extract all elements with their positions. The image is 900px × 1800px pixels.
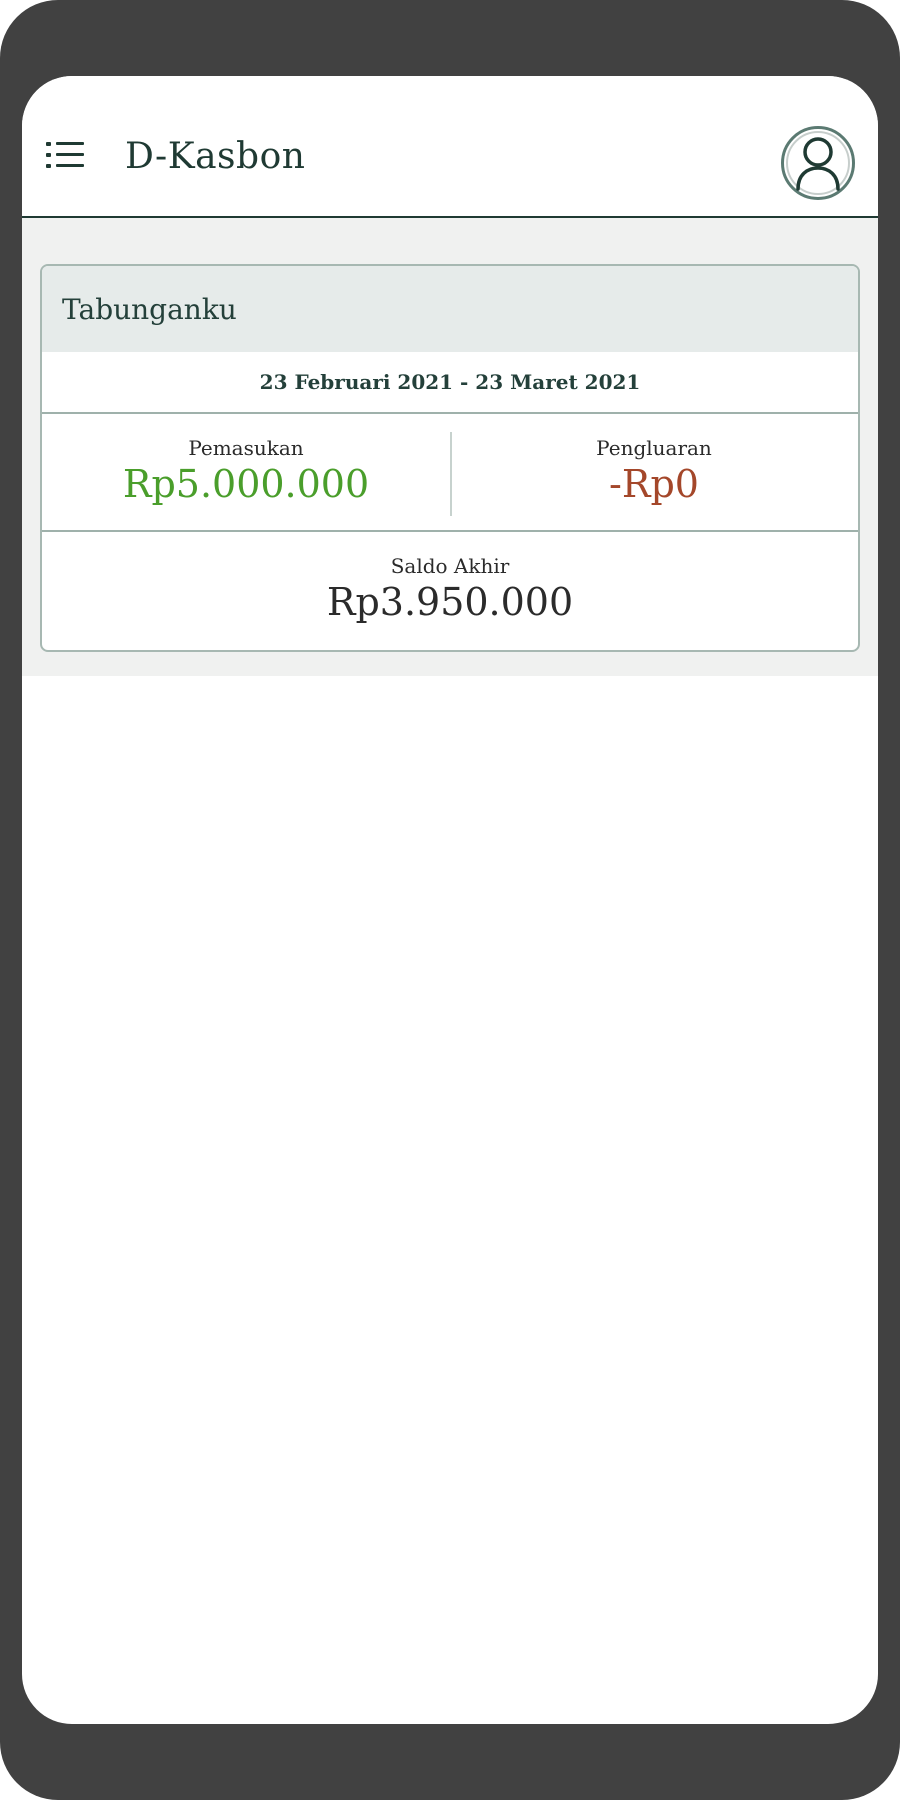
app-title: D-Kasbon xyxy=(125,136,306,177)
app-screen: D-Kasbon Tabunganku 23 Februari 2021 - 2… xyxy=(22,76,878,1724)
main-content: Tabunganku 23 Februari 2021 - 23 Maret 2… xyxy=(22,218,878,676)
period-range: 23 Februari 2021 - 23 Maret 2021 xyxy=(259,370,641,394)
savings-card: Tabunganku 23 Februari 2021 - 23 Maret 2… xyxy=(40,264,860,652)
menu-button[interactable] xyxy=(46,142,84,172)
income-label: Pemasukan xyxy=(188,436,304,460)
balance-value: Rp3.950.000 xyxy=(326,580,574,624)
expense-value: -Rp0 xyxy=(609,462,699,506)
card-title: Tabunganku xyxy=(62,293,237,326)
balance-row: Saldo Akhir Rp3.950.000 xyxy=(42,532,858,650)
device-frame: D-Kasbon Tabunganku 23 Februari 2021 - 2… xyxy=(0,0,900,1800)
balance-label: Saldo Akhir xyxy=(390,554,510,578)
profile-button[interactable] xyxy=(780,125,856,201)
expense-stat: Pengluaran -Rp0 xyxy=(450,414,858,530)
app-bar: D-Kasbon xyxy=(22,76,878,218)
expense-label: Pengluaran xyxy=(596,436,712,460)
stats-row: Pemasukan Rp5.000.000 Pengluaran -Rp0 xyxy=(42,414,858,532)
user-avatar-icon xyxy=(781,126,855,200)
period-row: 23 Februari 2021 - 23 Maret 2021 xyxy=(42,352,858,414)
income-value: Rp5.000.000 xyxy=(122,462,370,506)
income-stat: Pemasukan Rp5.000.000 xyxy=(42,414,450,530)
card-header: Tabunganku xyxy=(42,266,858,352)
